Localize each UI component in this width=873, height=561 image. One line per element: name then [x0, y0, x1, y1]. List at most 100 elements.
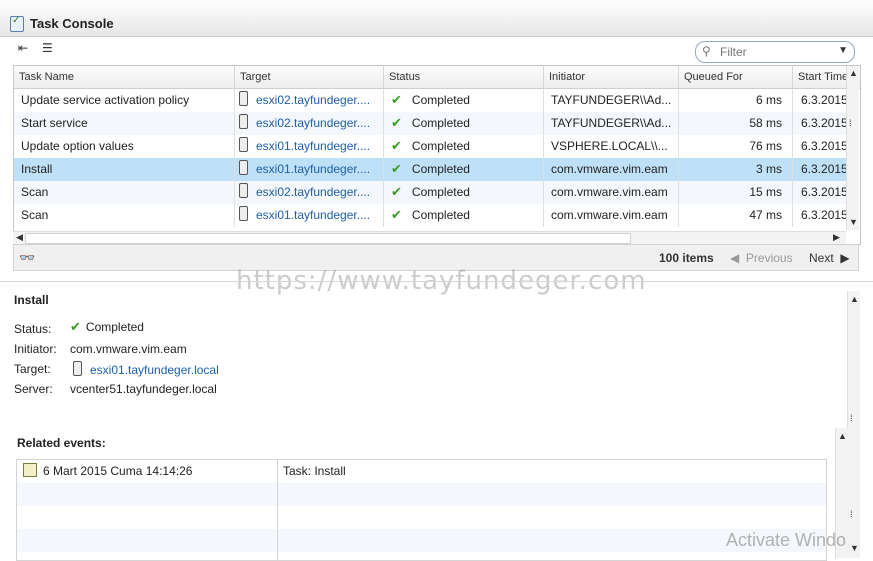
activate-windows-watermark: Activate Windo	[726, 530, 847, 550]
start-time-cell: 6.3.2015	[801, 208, 848, 222]
event-time-cell: 6 Mart 2015 Cuma 14:14:26	[17, 460, 192, 483]
table-row-selected[interactable]: Install esxi01.tayfundeger.... ✔ Complete…	[14, 158, 848, 181]
scroll-up-icon[interactable]: ▲	[849, 68, 858, 78]
column-header-target[interactable]: Target	[235, 66, 384, 88]
scroll-left-icon[interactable]: ◀	[16, 232, 23, 243]
scroll-grip-icon[interactable]: ⁞	[850, 413, 853, 423]
status-text: Completed	[411, 208, 470, 222]
status-cell: ✔ Completed	[384, 158, 544, 181]
host-icon	[239, 160, 248, 175]
collapse-icon[interactable]: ⇤	[18, 41, 28, 55]
table-row[interactable]: Update option values esxi01.tayfundeger.…	[14, 135, 848, 158]
target-link[interactable]: esxi01.tayfundeger....	[256, 208, 370, 222]
target-cell: esxi02.tayfundeger....	[235, 112, 384, 135]
queued-for-cell: 47 ms	[679, 204, 793, 227]
queued-for-cell: 15 ms	[679, 181, 793, 204]
table-row[interactable]: Update service activation policy esxi02.…	[14, 89, 848, 112]
scroll-up-icon[interactable]: ▲	[838, 431, 847, 441]
queued-for-cell: 3 ms	[679, 158, 793, 181]
scroll-grip-icon[interactable]: ⁞	[850, 509, 853, 519]
task-name-cell: Update option values	[14, 135, 235, 158]
target-link[interactable]: esxi01.tayfundeger....	[256, 139, 370, 153]
search-icon: ⚲	[702, 44, 711, 58]
status-value-text: Completed	[85, 320, 144, 334]
table-row[interactable]: Scan esxi01.tayfundeger.... ✔ Completed c…	[14, 204, 848, 227]
list-options-icon[interactable]: ☰	[42, 41, 53, 55]
start-time-cell: 6.3.2015	[801, 116, 848, 130]
event-time: 6 Mart 2015 Cuma 14:14:26	[43, 464, 193, 478]
previous-button[interactable]: ◀ Previous	[730, 251, 793, 265]
status-value: ✔ Completed	[70, 320, 144, 335]
target-cell: esxi01.tayfundeger....	[235, 158, 384, 181]
queued-for-cell: 58 ms	[679, 112, 793, 135]
target-link[interactable]: esxi02.tayfundeger....	[256, 93, 370, 107]
target-value: esxi01.tayfundeger.local	[70, 361, 219, 377]
chevron-down-icon[interactable]: ▼	[838, 45, 848, 56]
host-icon	[239, 91, 248, 106]
filter-input[interactable]	[718, 44, 832, 60]
column-header-start-time[interactable]: Start Time	[793, 66, 853, 88]
target-cell: esxi02.tayfundeger....	[235, 181, 384, 204]
target-link[interactable]: esxi02.tayfundeger....	[256, 116, 370, 130]
details-vertical-scrollbar[interactable]: ▲ ⁞ ⁞ ▼	[847, 291, 860, 558]
task-name-cell: Scan	[14, 181, 235, 204]
status-cell: ✔ Completed	[384, 204, 544, 227]
grid-vertical-scrollbar[interactable]: ▲ ⁞ ▼	[846, 66, 859, 230]
host-icon	[239, 137, 248, 152]
table-row[interactable]: Start service esxi02.tayfundeger.... ✔ Co…	[14, 112, 848, 135]
initiator-value: com.vmware.vim.eam	[70, 342, 187, 356]
status-text: Completed	[411, 116, 470, 130]
check-icon: ✔	[391, 93, 402, 108]
start-time-cell: 6.3.2015	[801, 185, 848, 199]
event-row[interactable]: 6 Mart 2015 Cuma 14:14:26 Task: Install	[17, 460, 826, 483]
host-icon	[73, 361, 82, 376]
scroll-down-icon[interactable]: ▼	[850, 543, 859, 553]
column-header-queued-for[interactable]: Queued For	[679, 66, 793, 88]
check-icon: ✔	[70, 320, 81, 335]
related-events-label: Related events:	[17, 436, 106, 450]
server-label: Server:	[14, 382, 53, 396]
next-button[interactable]: Next ▶	[809, 251, 850, 265]
scroll-right-icon[interactable]: ▶	[833, 232, 840, 243]
initiator-cell: com.vmware.vim.eam	[544, 204, 679, 227]
column-header-task-name[interactable]: Task Name	[14, 66, 235, 88]
filter-box[interactable]: ⚲ ▼	[695, 41, 855, 63]
host-icon	[239, 183, 248, 198]
initiator-cell: TAYFUNDEGER\\Ad...	[544, 112, 679, 135]
binoculars-icon[interactable]: 👓	[19, 250, 35, 266]
task-name-cell: Scan	[14, 204, 235, 227]
task-console-icon	[10, 15, 24, 32]
host-icon	[239, 206, 248, 221]
window-title: Task Console	[30, 16, 114, 31]
status-label: Status:	[14, 322, 52, 336]
status-cell: ✔ Completed	[384, 181, 544, 204]
grid-horizontal-scrollbar[interactable]: ◀ ▶	[13, 231, 846, 244]
check-icon: ✔	[391, 162, 402, 177]
table-row[interactable]: Scan esxi02.tayfundeger.... ✔ Completed c…	[14, 181, 848, 204]
check-icon: ✔	[391, 116, 402, 131]
check-icon: ✔	[391, 185, 402, 200]
status-cell: ✔ Completed	[384, 135, 544, 158]
initiator-cell: com.vmware.vim.eam	[544, 158, 679, 181]
target-cell: esxi01.tayfundeger....	[235, 135, 384, 158]
panel-divider	[0, 281, 873, 282]
column-header-initiator[interactable]: Initiator	[544, 66, 679, 88]
scroll-down-icon[interactable]: ▼	[849, 217, 858, 227]
event-column-separator	[277, 460, 278, 560]
event-row-empty	[17, 483, 826, 506]
initiator-cell: TAYFUNDEGER\\Ad...	[544, 89, 679, 112]
target-link[interactable]: esxi01.tayfundeger.local	[90, 363, 219, 377]
status-text: Completed	[411, 93, 470, 107]
scroll-grip-icon[interactable]: ⁞	[849, 118, 852, 128]
queued-for-cell: 6 ms	[679, 89, 793, 112]
horizontal-scroll-thumb[interactable]	[25, 233, 631, 244]
grid-header: Task Name Target Status Initiator Queued…	[14, 66, 860, 89]
target-link[interactable]: esxi01.tayfundeger....	[256, 162, 370, 176]
scroll-up-icon[interactable]: ▲	[850, 294, 859, 304]
column-header-status[interactable]: Status	[384, 66, 544, 88]
status-cell: ✔ Completed	[384, 89, 544, 112]
event-row-empty	[17, 529, 826, 552]
target-link[interactable]: esxi02.tayfundeger....	[256, 185, 370, 199]
item-count: 100 items	[659, 251, 714, 265]
task-grid: Task Name Target Status Initiator Queued…	[13, 65, 861, 245]
